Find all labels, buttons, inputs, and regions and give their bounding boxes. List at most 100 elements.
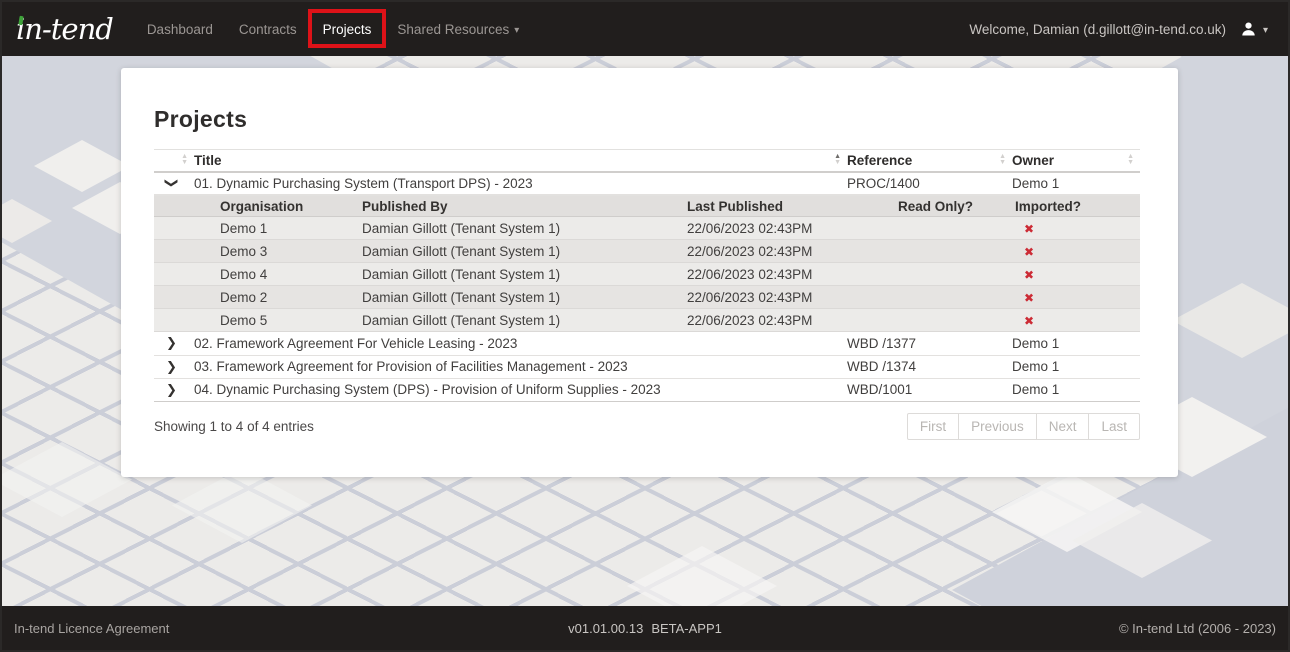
- top-navbar: in-tend Dashboard Contracts Projects Sha…: [2, 2, 1288, 56]
- project-owner: Demo 1: [1012, 355, 1140, 378]
- last-published: 22/06/2023 02:43PM: [687, 217, 898, 240]
- environment-name: BETA-APP1: [651, 621, 722, 636]
- table-header-row: ▲▼ Title ▲▼ Reference ▲▼ Owner ▲▼: [154, 150, 1140, 172]
- not-imported-icon: ✖: [1015, 245, 1034, 259]
- project-reference: WBD/1001: [847, 378, 1012, 401]
- not-imported-icon: ✖: [1015, 291, 1034, 305]
- sort-icon: ▲▼: [181, 154, 188, 166]
- last-published: 22/06/2023 02:43PM: [687, 263, 898, 286]
- chevron-down-icon: ▾: [514, 25, 519, 36]
- expand-row-icon[interactable]: ❯: [166, 382, 177, 398]
- bg-diamond: [627, 546, 777, 606]
- last-published: 22/06/2023 02:43PM: [687, 240, 898, 263]
- column-header-reference[interactable]: Reference ▲▼: [847, 150, 1012, 172]
- published-by: Damian Gillott (Tenant System 1): [362, 286, 687, 309]
- nav-item-dashboard[interactable]: Dashboard: [134, 2, 226, 56]
- read-only: [898, 286, 1015, 309]
- subtable-row: Demo 1 Damian Gillott (Tenant System 1) …: [154, 217, 1140, 240]
- organisation: Demo 5: [220, 309, 362, 332]
- app-logo[interactable]: in-tend: [16, 15, 113, 44]
- app-footer: In-tend Licence Agreement v01.01.00.13BE…: [2, 606, 1288, 650]
- bg-diamond: [172, 468, 312, 543]
- collapse-row-icon[interactable]: ❯: [163, 178, 179, 189]
- organisation: Demo 2: [220, 286, 362, 309]
- pagination: First Previous Next Last: [907, 413, 1140, 440]
- table-row-project-03[interactable]: ❯ 03. Framework Agreement for Provision …: [154, 355, 1140, 378]
- bg-diamond: [2, 442, 132, 517]
- published-by: Damian Gillott (Tenant System 1): [362, 309, 687, 332]
- pagination-next-button[interactable]: Next: [1036, 413, 1090, 440]
- version-text: v01.01.00.13 BETA-APP1: [2, 621, 1288, 636]
- nav-item-projects[interactable]: Projects: [310, 2, 385, 56]
- not-imported-icon: ✖: [1015, 222, 1034, 236]
- last-published: 22/06/2023 02:43PM: [687, 286, 898, 309]
- organisation: Demo 4: [220, 263, 362, 286]
- not-imported-icon: ✖: [1015, 314, 1034, 328]
- project-title: 03. Framework Agreement for Provision of…: [194, 355, 847, 378]
- published-by: Damian Gillott (Tenant System 1): [362, 263, 687, 286]
- table-row-project-01[interactable]: ❯ 01. Dynamic Purchasing System (Transpo…: [154, 172, 1140, 195]
- read-only: [898, 240, 1015, 263]
- subtable-row: Demo 4 Damian Gillott (Tenant System 1) …: [154, 263, 1140, 286]
- read-only: [898, 263, 1015, 286]
- subtable-row: Demo 5 Damian Gillott (Tenant System 1) …: [154, 309, 1140, 332]
- subtable-row: Demo 2 Damian Gillott (Tenant System 1) …: [154, 286, 1140, 309]
- logo-text: in-tend: [16, 12, 113, 46]
- project-owner: Demo 1: [1012, 378, 1140, 401]
- pagination-last-button[interactable]: Last: [1088, 413, 1140, 440]
- project-title: 02. Framework Agreement For Vehicle Leas…: [194, 332, 847, 355]
- expand-row-icon[interactable]: ❯: [166, 359, 177, 375]
- project-owner: Demo 1: [1012, 332, 1140, 355]
- subtable-header-row: Organisation Published By Last Published…: [154, 196, 1140, 217]
- column-header-expander[interactable]: ▲▼: [154, 150, 194, 172]
- expanded-detail-row: Organisation Published By Last Published…: [154, 195, 1140, 333]
- pagination-previous-button[interactable]: Previous: [958, 413, 1037, 440]
- subcolumn-last-published: Last Published: [687, 196, 898, 217]
- projects-panel: Projects ▲▼ Title ▲▼ Reference ▲▼: [121, 68, 1178, 477]
- project-title: 04. Dynamic Purchasing System (DPS) - Pr…: [194, 378, 847, 401]
- chevron-down-icon: ▾: [1263, 25, 1268, 36]
- subtable-row: Demo 3 Damian Gillott (Tenant System 1) …: [154, 240, 1140, 263]
- table-row-project-04[interactable]: ❯ 04. Dynamic Purchasing System (DPS) - …: [154, 378, 1140, 401]
- user-menu[interactable]: ▾: [1240, 21, 1268, 37]
- project-title: 01. Dynamic Purchasing System (Transport…: [194, 172, 847, 195]
- navbar-right: Welcome, Damian (d.gillott@in-tend.co.uk…: [969, 21, 1268, 37]
- published-by: Damian Gillott (Tenant System 1): [362, 240, 687, 263]
- publications-subtable: Organisation Published By Last Published…: [154, 195, 1140, 332]
- nav-item-projects-label: Projects: [323, 22, 372, 37]
- subcolumn-read-only: Read Only?: [898, 196, 1015, 217]
- table-row-project-02[interactable]: ❯ 02. Framework Agreement For Vehicle Le…: [154, 332, 1140, 355]
- published-by: Damian Gillott (Tenant System 1): [362, 217, 687, 240]
- column-header-title[interactable]: Title ▲▼: [194, 150, 847, 172]
- sort-icon: ▲▼: [1127, 154, 1134, 166]
- read-only: [898, 217, 1015, 240]
- project-reference: WBD /1374: [847, 355, 1012, 378]
- entries-summary: Showing 1 to 4 of 4 entries: [154, 419, 314, 434]
- projects-table: ▲▼ Title ▲▼ Reference ▲▼ Owner ▲▼: [154, 149, 1140, 402]
- page-background: Projects ▲▼ Title ▲▼ Reference ▲▼: [2, 56, 1288, 606]
- project-reference: PROC/1400: [847, 172, 1012, 195]
- subcolumn-organisation: Organisation: [220, 196, 362, 217]
- welcome-text: Welcome, Damian (d.gillott@in-tend.co.uk…: [969, 22, 1226, 37]
- nav-item-shared-resources[interactable]: Shared Resources ▾: [384, 2, 532, 56]
- read-only: [898, 309, 1015, 332]
- nav-item-contracts[interactable]: Contracts: [226, 2, 310, 56]
- organisation: Demo 3: [220, 240, 362, 263]
- not-imported-icon: ✖: [1015, 268, 1034, 282]
- main-nav: Dashboard Contracts Projects Shared Reso…: [134, 2, 532, 56]
- sort-icon: ▲▼: [999, 154, 1006, 166]
- organisation: Demo 1: [220, 217, 362, 240]
- pagination-first-button[interactable]: First: [907, 413, 959, 440]
- project-reference: WBD /1377: [847, 332, 1012, 355]
- subcolumn-imported: Imported?: [1015, 196, 1140, 217]
- user-icon: [1240, 21, 1257, 37]
- expand-row-icon[interactable]: ❯: [166, 335, 177, 351]
- column-header-owner[interactable]: Owner ▲▼: [1012, 150, 1140, 172]
- page-title: Projects: [154, 106, 1140, 133]
- publications-panel: Organisation Published By Last Published…: [154, 195, 1140, 332]
- version-number: v01.01.00.13: [568, 621, 643, 636]
- last-published: 22/06/2023 02:43PM: [687, 309, 898, 332]
- nav-item-shared-resources-label: Shared Resources: [397, 22, 509, 37]
- table-footer: Showing 1 to 4 of 4 entries First Previo…: [154, 413, 1140, 440]
- subcolumn-published-by: Published By: [362, 196, 687, 217]
